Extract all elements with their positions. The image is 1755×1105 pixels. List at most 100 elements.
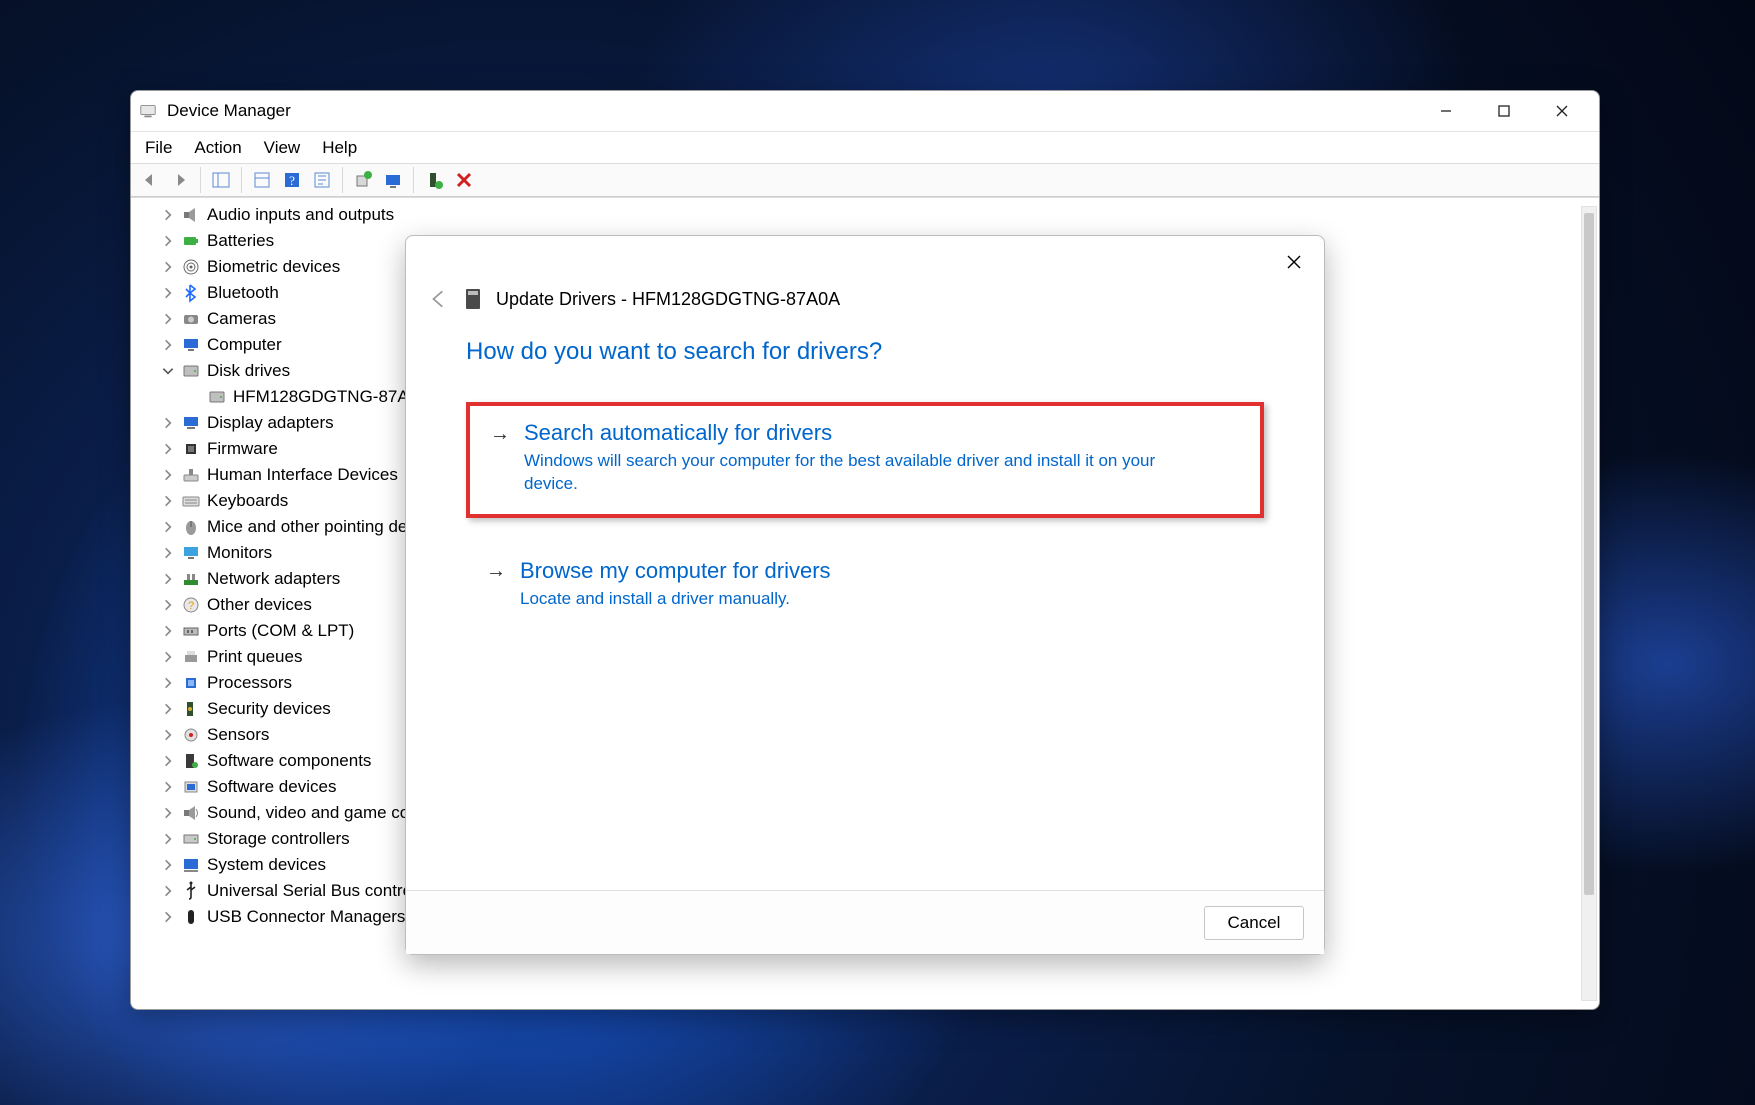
scrollbar-thumb[interactable]: [1584, 213, 1594, 895]
tree-item-label: Disk drives: [207, 358, 290, 384]
option-search-automatically[interactable]: → Search automatically for drivers Windo…: [466, 402, 1264, 518]
chevron-right-icon[interactable]: [161, 208, 175, 222]
tree-item-label: Audio inputs and outputs: [207, 202, 394, 228]
chevron-right-icon[interactable]: [161, 754, 175, 768]
dialog-back-button[interactable]: [428, 288, 450, 310]
toolbar-help-button[interactable]: ?: [279, 167, 305, 193]
usbc-icon: [181, 907, 201, 927]
chevron-right-icon[interactable]: [161, 702, 175, 716]
tree-item-label: Sensors: [207, 722, 269, 748]
chevron-right-icon[interactable]: [161, 780, 175, 794]
minimize-button[interactable]: [1417, 91, 1475, 131]
option-title: Browse my computer for drivers: [520, 558, 831, 584]
chevron-right-icon[interactable]: [161, 416, 175, 430]
monitor-icon: [181, 543, 201, 563]
disk-icon: [207, 387, 227, 407]
usb-icon: [181, 881, 201, 901]
tree-item-label: USB Connector Managers: [207, 904, 405, 930]
titlebar[interactable]: Device Manager: [131, 91, 1599, 131]
chevron-right-icon[interactable]: [161, 806, 175, 820]
disk-drive-icon: [464, 288, 482, 310]
close-button[interactable]: [1533, 91, 1591, 131]
fingerprint-icon: [181, 257, 201, 277]
chevron-right-icon[interactable]: [161, 312, 175, 326]
update-drivers-dialog: Update Drivers - HFM128GDGTNG-87A0A How …: [405, 235, 1325, 955]
chevron-right-icon[interactable]: [161, 520, 175, 534]
menu-view[interactable]: View: [264, 138, 301, 158]
toolbar-separator: [200, 167, 201, 193]
toolbar-separator: [342, 167, 343, 193]
chevron-right-icon[interactable]: [161, 338, 175, 352]
toolbar: ?: [131, 163, 1599, 197]
option-description: Windows will search your computer for th…: [524, 450, 1164, 496]
mouse-icon: [181, 517, 201, 537]
tree-item-label: Biometric devices: [207, 254, 340, 280]
port-icon: [181, 621, 201, 641]
chevron-right-icon[interactable]: [161, 676, 175, 690]
dialog-heading: How do you want to search for drivers?: [466, 338, 1264, 366]
cpu-icon: [181, 673, 201, 693]
computer-icon: [181, 335, 201, 355]
chevron-right-icon[interactable]: [161, 260, 175, 274]
toolbar-refresh-button[interactable]: [380, 167, 406, 193]
cancel-button[interactable]: Cancel: [1204, 906, 1304, 940]
option-title: Search automatically for drivers: [524, 420, 832, 446]
chevron-right-icon[interactable]: [161, 650, 175, 664]
tree-item-label: System devices: [207, 852, 326, 878]
chevron-right-icon[interactable]: [161, 546, 175, 560]
chevron-right-icon[interactable]: [161, 494, 175, 508]
chevron-down-icon[interactable]: [161, 364, 175, 378]
chevron-right-icon[interactable]: [161, 728, 175, 742]
tree-item-label: Other devices: [207, 592, 312, 618]
toolbar-show-hide-tree-button[interactable]: [208, 167, 234, 193]
menu-file[interactable]: File: [145, 138, 172, 158]
toolbar-uninstall-button[interactable]: [451, 167, 477, 193]
chevron-right-icon[interactable]: [161, 234, 175, 248]
toolbar-forward-button[interactable]: [167, 167, 193, 193]
camera-icon: [181, 309, 201, 329]
chevron-right-icon[interactable]: [161, 624, 175, 638]
chevron-right-icon[interactable]: [161, 572, 175, 586]
option-browse-computer[interactable]: → Browse my computer for drivers Locate …: [466, 544, 1264, 629]
printer-icon: [181, 647, 201, 667]
toolbar-back-button[interactable]: [137, 167, 163, 193]
tree-item-label: Ports (COM & LPT): [207, 618, 354, 644]
toolbar-update-driver-button[interactable]: [350, 167, 376, 193]
tree-item-label: Network adapters: [207, 566, 340, 592]
chevron-right-icon[interactable]: [161, 832, 175, 846]
chevron-right-icon[interactable]: [161, 598, 175, 612]
maximize-button[interactable]: [1475, 91, 1533, 131]
toolbar-scan-button[interactable]: [309, 167, 335, 193]
other-icon: ?: [181, 595, 201, 615]
display-icon: [181, 413, 201, 433]
menubar: File Action View Help: [131, 131, 1599, 163]
tree-item-label: HFM128GDGTNG-87A0A: [233, 384, 430, 410]
chevron-right-icon[interactable]: [161, 884, 175, 898]
storage-icon: [181, 829, 201, 849]
option-description: Locate and install a driver manually.: [520, 588, 1160, 611]
chevron-right-icon[interactable]: [161, 910, 175, 924]
tree-item-label: Software components: [207, 748, 371, 774]
speaker-icon: [181, 205, 201, 225]
security-icon: [181, 699, 201, 719]
chevron-right-icon[interactable]: [161, 442, 175, 456]
toolbar-separator: [241, 167, 242, 193]
dialog-close-button[interactable]: [1274, 242, 1314, 282]
chevron-right-icon[interactable]: [161, 468, 175, 482]
toolbar-properties-button[interactable]: [249, 167, 275, 193]
tree-item[interactable]: Audio inputs and outputs: [137, 202, 1599, 228]
chevron-right-icon[interactable]: [161, 286, 175, 300]
tree-item-label: Computer: [207, 332, 282, 358]
sensor-icon: [181, 725, 201, 745]
menu-help[interactable]: Help: [322, 138, 357, 158]
menu-action[interactable]: Action: [194, 138, 241, 158]
tree-item-label: Cameras: [207, 306, 276, 332]
chevron-right-icon[interactable]: [161, 858, 175, 872]
vertical-scrollbar[interactable]: [1581, 206, 1597, 1001]
softdev-icon: [181, 777, 201, 797]
toolbar-enable-device-button[interactable]: [421, 167, 447, 193]
app-icon: [139, 102, 157, 120]
disk-icon: [181, 361, 201, 381]
system-icon: [181, 855, 201, 875]
sound-icon: [181, 803, 201, 823]
